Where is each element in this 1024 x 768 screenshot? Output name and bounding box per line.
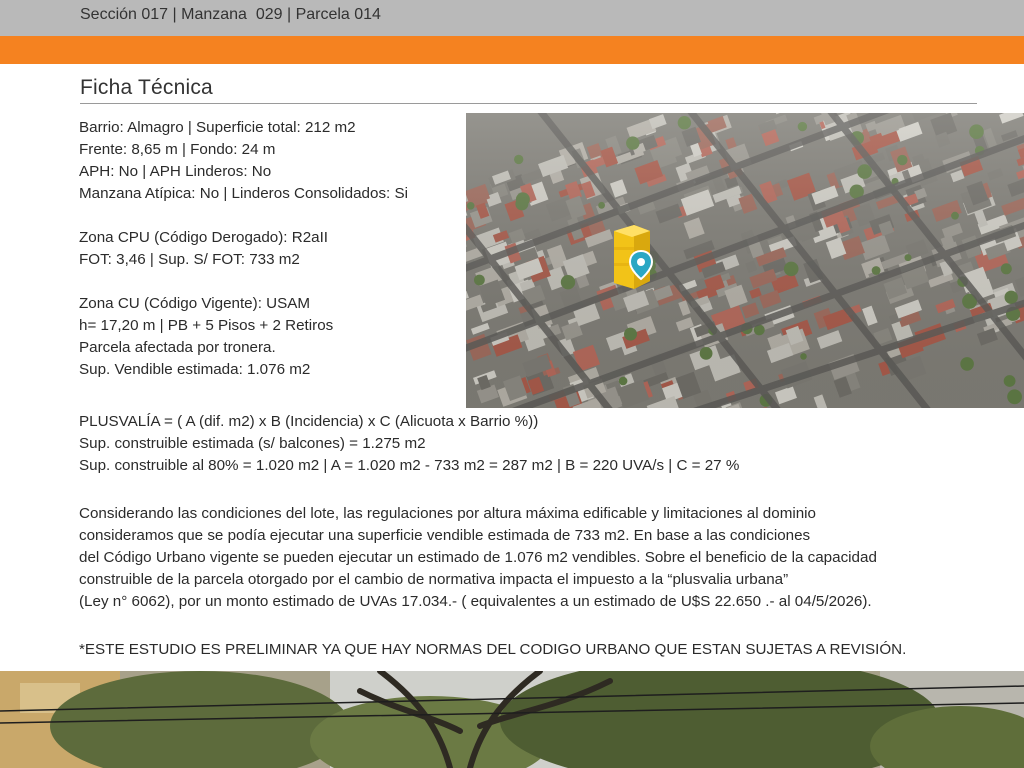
spec-line: Zona CU (Código Vigente): USAM: [79, 295, 311, 312]
plusvalia-section: PLUSVALÍA = ( A (dif. m2) x B (Incidenci…: [79, 411, 1009, 477]
spec-line: h= 17,20 m | PB + 5 Pisos + 2 Retiros: [79, 317, 334, 334]
plusvalia-line: Sup. construible estimada (s/ balcones) …: [79, 435, 426, 452]
spec-line: Parcela afectada por tronera.: [79, 339, 276, 356]
analysis-paragraph: Considerando las condiciones del lote, l…: [79, 503, 1009, 613]
plusvalia-line: Sup. construible al 80% = 1.020 m2 | A =…: [79, 457, 740, 474]
spec-line: Zona CPU (Código Derogado): R2aII: [79, 229, 329, 246]
spec-line: Sup. Vendible estimada: 1.076 m2: [79, 361, 311, 378]
parcel-reference: Sección 017 | Manzana 029 | Parcela 014: [80, 6, 381, 23]
spec-line: APH: No | APH Linderos: No: [79, 163, 272, 180]
spec-spacer: [79, 205, 464, 227]
paragraph-line: consideramos que se podía ejecutar una s…: [79, 527, 811, 544]
street-photo-drawing: [0, 671, 1024, 768]
spec-line: Manzana Atípica: No | Linderos Consolida…: [79, 185, 408, 202]
spec-line: FOT: 3,46 | Sup. S/ FOT: 733 m2: [79, 251, 300, 268]
paragraph-line: del Código Urbano vigente se pueden ejec…: [79, 549, 877, 566]
technical-specs: Barrio: Almagro | Superficie total: 212 …: [79, 117, 464, 381]
paragraph-line: Considerando las condiciones del lote, l…: [79, 505, 816, 522]
spec-line: Barrio: Almagro | Superficie total: 212 …: [79, 119, 356, 136]
plusvalia-formula: PLUSVALÍA = ( A (dif. m2) x B (Incidenci…: [79, 413, 539, 430]
spec-line: Frente: 8,65 m | Fondo: 24 m: [79, 141, 276, 158]
disclaimer-text: *ESTE ESTUDIO ES PRELIMINAR YA QUE HAY N…: [79, 641, 907, 658]
aerial-map-image: [466, 113, 1024, 408]
accent-band: [0, 36, 1024, 64]
title-divider: [80, 103, 977, 104]
aerial-map-drawing: [466, 113, 1024, 408]
street-photo-image: [0, 671, 1024, 768]
paragraph-line: (Ley n° 6062), por un monto estimado de …: [79, 593, 872, 610]
paragraph-line: construible de la parcela otorgado por e…: [79, 571, 789, 588]
section-title: Ficha Técnica: [80, 76, 213, 99]
header-bar: Sección 017 | Manzana 029 | Parcela 014: [0, 0, 1024, 36]
map-haze: [466, 113, 1024, 408]
disclaimer-note: *ESTE ESTUDIO ES PRELIMINAR YA QUE HAY N…: [79, 639, 1009, 661]
spec-spacer: [79, 271, 464, 293]
